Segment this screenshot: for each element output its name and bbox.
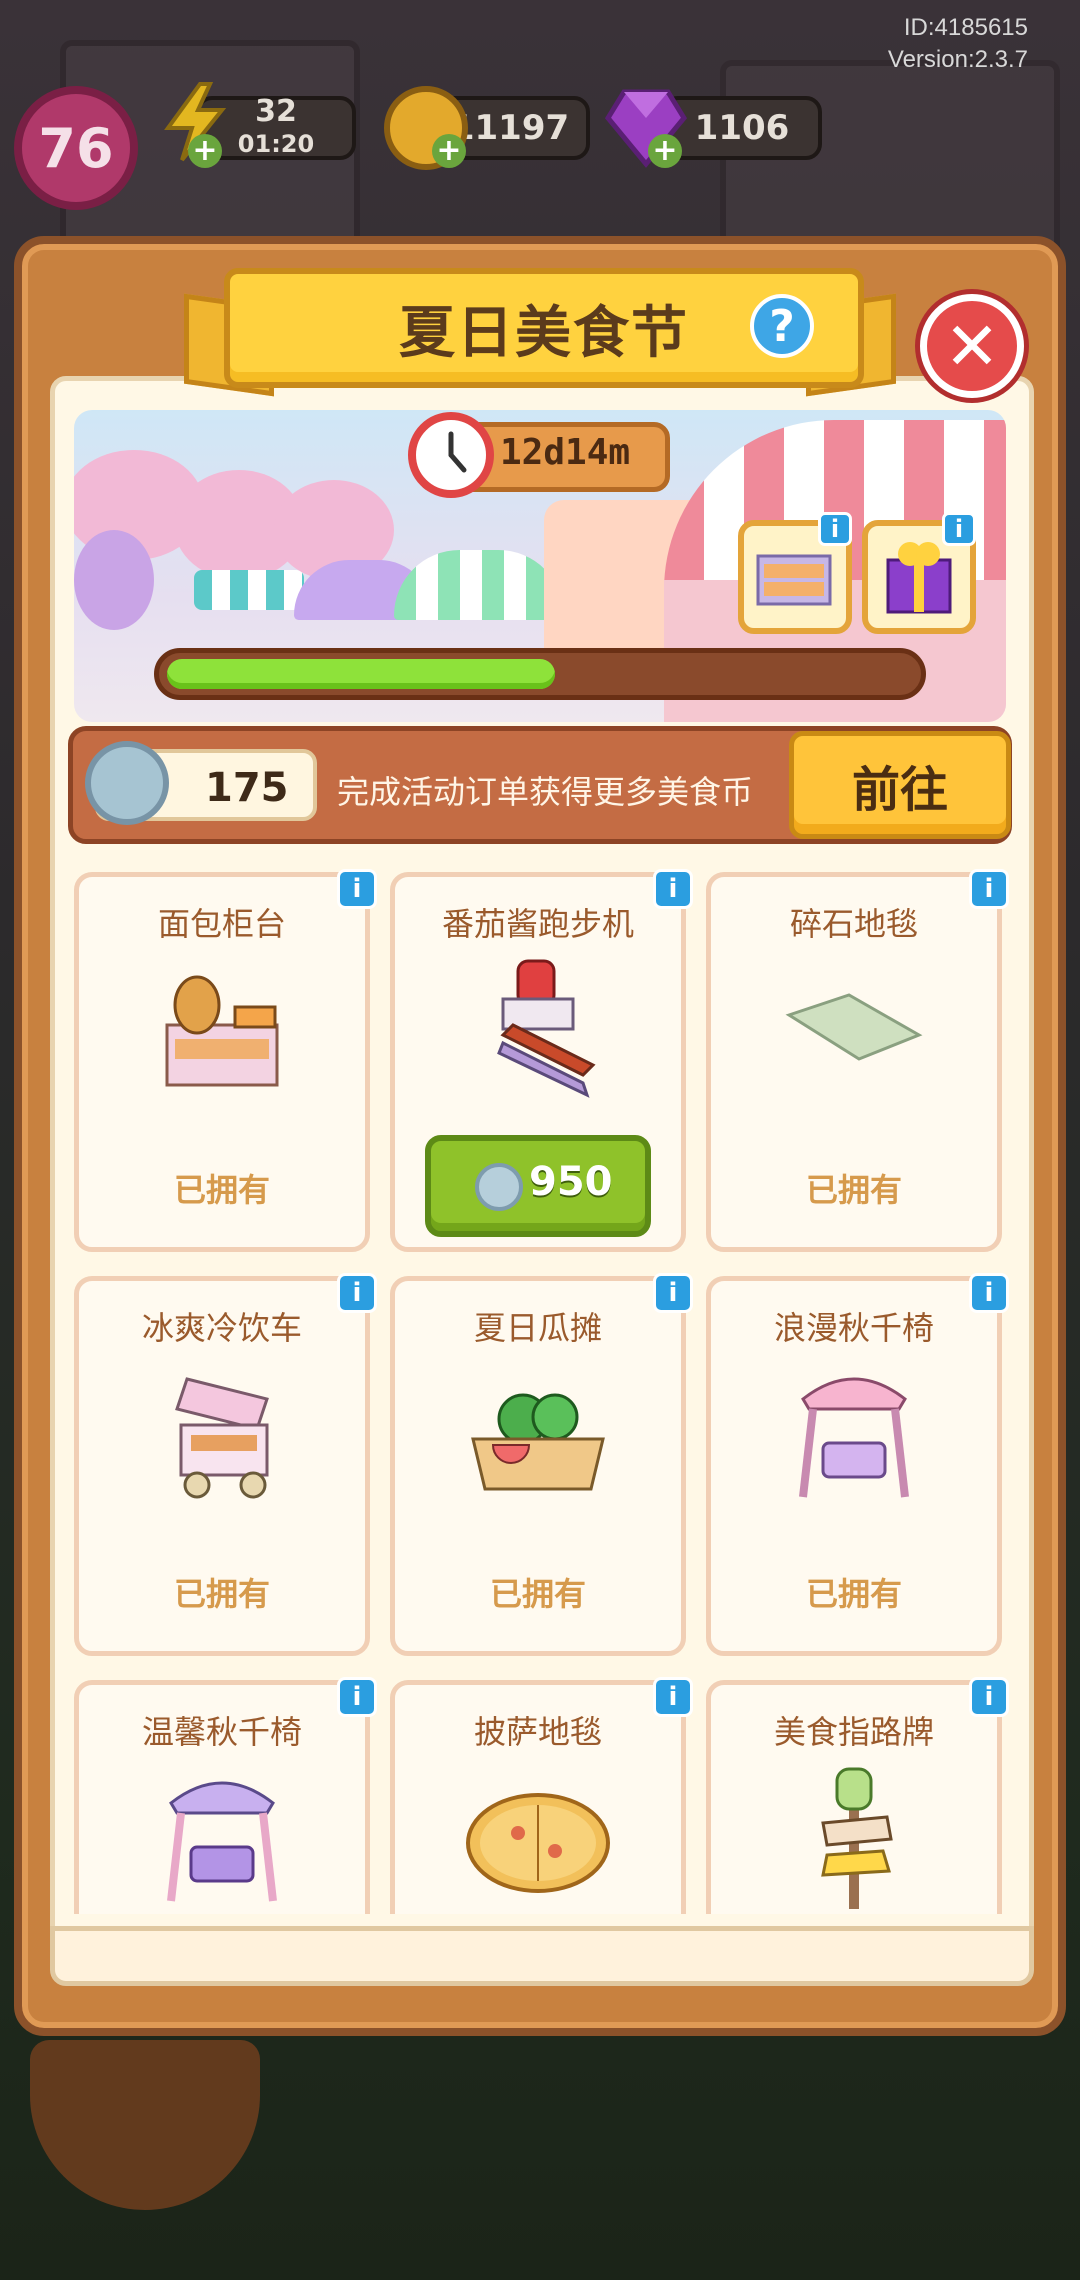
go-button-label: 前往 (851, 762, 948, 818)
item-card-pizza-rug[interactable]: i 披萨地毯 (390, 1677, 693, 1914)
help-icon-glyph: ? (769, 300, 795, 352)
item-name: 夏日瓜摊 (473, 1309, 602, 1347)
item-name: 美食指路牌 (773, 1713, 934, 1751)
event-currency-hint: 完成活动订单获得更多美食币 (337, 773, 754, 811)
event-currency-row: 175 完成活动订单获得更多美食币 前往 (68, 726, 1012, 844)
reward-info-icon[interactable]: i (818, 512, 852, 546)
owned-label: 已拥有 (805, 1171, 902, 1209)
owned-label: 已拥有 (173, 1575, 270, 1613)
add-energy-button[interactable]: + (188, 134, 222, 168)
ketchup-treadmill-icon (497, 959, 596, 1098)
background-carrot (30, 2040, 260, 2210)
item-card-ketchup-treadmill[interactable]: i 番茄酱跑步机 950 (390, 869, 693, 1252)
gravel-rug-icon (785, 993, 923, 1061)
close-icon: ✕ (944, 307, 1000, 385)
item-grid: i 面包柜台 已拥有 i 番茄酱跑步机 950 i 碎石地毯 已拥有 i 冰爽冷… (68, 866, 1012, 1914)
go-button[interactable]: 前往 (789, 731, 1011, 839)
item-name: 面包柜台 (157, 905, 286, 943)
lilac-tree (74, 530, 154, 630)
owned-label: 已拥有 (805, 1575, 902, 1613)
dialog-paper-edge (50, 1926, 1034, 1986)
clock-icon (408, 412, 494, 498)
help-icon[interactable]: ? (750, 294, 814, 358)
green-umbrella (394, 550, 564, 620)
add-gems-button[interactable]: + (648, 134, 682, 168)
item-card-pink-swing[interactable]: i 浪漫秋千椅 已拥有 (706, 1273, 1009, 1656)
dialog-title: 夏日美食节 (399, 300, 689, 366)
player-id: ID:4185615 (903, 14, 1028, 41)
pink-swing-icon (799, 1377, 909, 1498)
chef-coin-icon (475, 1163, 523, 1211)
player-level: 76 (38, 116, 114, 180)
buy-button[interactable]: 950 (425, 1135, 651, 1237)
item-name: 披萨地毯 (473, 1713, 602, 1751)
player-level-badge[interactable]: 76 (14, 86, 138, 210)
melon-stall-icon (471, 1393, 605, 1491)
drink-cart-icon (175, 1377, 269, 1499)
item-name: 番茄酱跑步机 (441, 905, 634, 943)
item-name: 浪漫秋千椅 (773, 1309, 934, 1347)
background-building (720, 60, 1060, 260)
bread-counter-icon (165, 975, 279, 1087)
event-coin-box: 175 (85, 741, 317, 825)
stall-awning (194, 570, 304, 610)
item-name: 温馨秋千椅 (141, 1713, 302, 1751)
chef-coin-icon (85, 741, 169, 825)
gem-value: 1106 (694, 108, 790, 148)
owned-label: 已拥有 (173, 1171, 270, 1209)
event-timer-text: 12d14m (500, 432, 631, 473)
item-card-gravel-rug[interactable]: i 碎石地毯 已拥有 (706, 869, 1009, 1252)
event-progress-bar (154, 648, 926, 700)
item-price: 950 (529, 1159, 613, 1205)
add-coins-button[interactable]: + (432, 134, 466, 168)
event-progress-fill (167, 659, 555, 689)
item-card-purple-swing[interactable]: i 温馨秋千椅 (74, 1677, 377, 1914)
purple-swing-icon (167, 1781, 277, 1902)
item-name: 碎石地毯 (789, 905, 918, 943)
food-signpost-icon (821, 1767, 893, 1909)
version-label: Version:2.3.7 (887, 46, 1028, 73)
build-info: ID:4185615 Version:2.3.7 (888, 12, 1028, 76)
close-button[interactable]: ✕ (920, 294, 1024, 398)
owned-label: 已拥有 (489, 1575, 586, 1613)
item-card-bread-counter[interactable]: i 面包柜台 已拥有 (74, 869, 377, 1252)
item-name: 冰爽冷饮车 (141, 1309, 302, 1347)
energy-timer: 01:20 (237, 130, 315, 158)
pizza-rug-icon (466, 1793, 610, 1893)
coin-value: 11197 (450, 108, 570, 148)
item-card-melon-stall[interactable]: i 夏日瓜摊 已拥有 (390, 1273, 693, 1656)
gift-info-icon[interactable]: i (942, 512, 976, 546)
item-card-drink-cart[interactable]: i 冰爽冷饮车 已拥有 (74, 1273, 377, 1656)
item-card-food-signpost[interactable]: i 美食指路牌 (706, 1677, 1009, 1914)
energy-value: 32 (255, 94, 297, 129)
event-coin-count: 175 (205, 765, 289, 811)
